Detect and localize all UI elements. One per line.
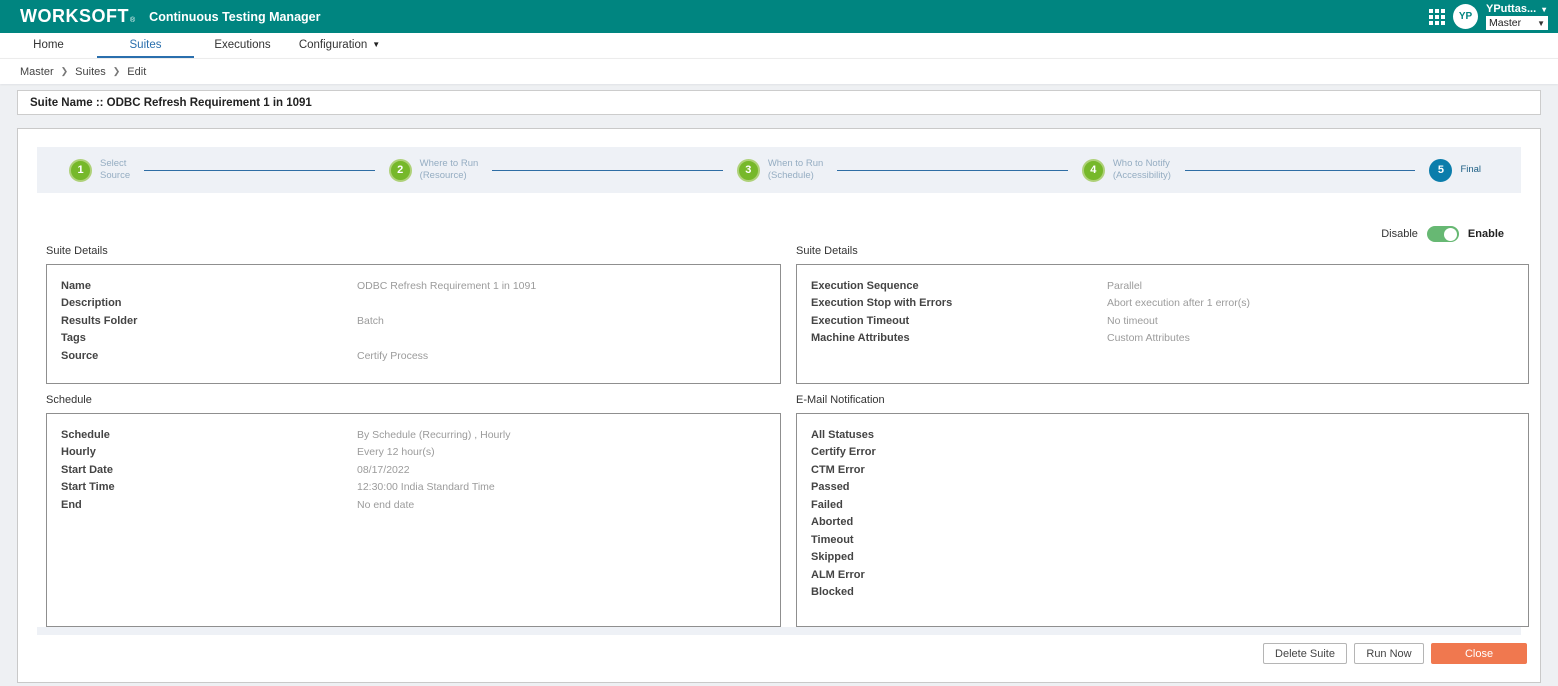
detail-row-schedule: Schedule By Schedule (Recurring) , Hourl…: [61, 428, 511, 441]
suite-details-right-box: Execution Sequence Parallel Execution St…: [796, 264, 1529, 384]
suite-details-left-section: Suite Details Name ODBC Refresh Requirem…: [46, 245, 781, 394]
detail-row-hourly: Hourly Every 12 hour(s): [61, 446, 435, 459]
suite-details-right-section: Suite Details Execution Sequence Paralle…: [796, 245, 1529, 394]
user-name: YPuttas...: [1486, 3, 1537, 15]
step-connector: [492, 169, 723, 171]
breadcrumb: Master ❯ Suites ❯ Edit: [0, 58, 1558, 84]
summary-panels: Suite Details Name ODBC Refresh Requirem…: [42, 245, 1529, 627]
breadcrumb-master[interactable]: Master: [20, 66, 54, 78]
step-connector: [837, 169, 1068, 171]
tenant-select-chevron-icon: ▼: [1537, 18, 1545, 28]
tab-home[interactable]: Home: [0, 33, 97, 58]
email-status-aborted: Aborted: [811, 516, 854, 529]
wizard-area: 1 Select Source 2 Where to Run (Resource…: [37, 147, 1529, 635]
registered-mark-icon: ®: [130, 17, 136, 24]
app-header: WORKSOFT ® Continuous Testing Manager YP…: [0, 0, 1558, 33]
detail-row-start-date: Start Date 08/17/2022: [61, 463, 410, 476]
email-status-certify-error: Certify Error: [811, 446, 876, 459]
email-notification-section: E-Mail Notification All Statuses Certify…: [796, 394, 1529, 627]
wizard-body: Disable Enable Suite Details Name ODBC R…: [37, 193, 1529, 627]
detail-row-execution-timeout: Execution Timeout No timeout: [811, 314, 1158, 327]
user-menu-caret-icon: ▾: [1542, 4, 1547, 14]
disable-label: Disable: [1381, 228, 1418, 240]
toggle-knob: [1444, 227, 1458, 241]
step-when-to-run[interactable]: 3 When to Run (Schedule): [736, 158, 823, 182]
main-nav: Home Suites Executions Configuration ▼: [0, 33, 1558, 58]
schedule-section: Schedule Schedule By Schedule (Recurring…: [46, 394, 781, 627]
detail-row-end: End No end date: [61, 498, 415, 511]
email-notification-title: E-Mail Notification: [796, 394, 885, 406]
step-3-circle: 3: [736, 158, 760, 182]
suite-details-left-title: Suite Details: [46, 245, 108, 257]
footer-actions: Delete Suite Run Now Close: [1263, 643, 1527, 664]
detail-row-results-folder: Results Folder Batch: [61, 314, 384, 327]
step-where-to-run[interactable]: 2 Where to Run (Resource): [388, 158, 478, 182]
email-status-blocked: Blocked: [811, 586, 854, 599]
email-status-timeout: Timeout: [811, 533, 854, 546]
enable-toggle[interactable]: [1426, 226, 1459, 242]
suite-details-left-box: Name ODBC Refresh Requirement 1 in 1091 …: [46, 264, 781, 384]
schedule-box: Schedule By Schedule (Recurring) , Hourl…: [46, 413, 781, 627]
delete-suite-button[interactable]: Delete Suite: [1263, 643, 1347, 664]
enable-toggle-row: Disable Enable: [42, 193, 1516, 245]
breadcrumb-separator-icon: ❯: [112, 66, 121, 76]
user-menu[interactable]: YPuttas... ▾: [1486, 3, 1548, 15]
step-connector: [144, 169, 375, 171]
tab-suites[interactable]: Suites: [97, 33, 194, 58]
detail-row-machine-attributes: Machine Attributes Custom Attributes: [811, 332, 1190, 345]
suite-details-right-title: Suite Details: [796, 245, 858, 257]
step-final[interactable]: 5 Final: [1429, 158, 1481, 182]
detail-row-execution-sequence: Execution Sequence Parallel: [811, 279, 1143, 292]
suite-name-text: Suite Name :: ODBC Refresh Requirement 1…: [30, 96, 312, 109]
logo-text: WORKSOFT: [20, 6, 129, 26]
email-status-skipped: Skipped: [811, 551, 854, 564]
detail-row-name: Name ODBC Refresh Requirement 1 in 1091: [61, 279, 537, 292]
breadcrumb-suites[interactable]: Suites: [75, 66, 106, 78]
detail-row-start-time: Start Time 12:30:00 India Standard Time: [61, 481, 495, 494]
step-5-circle: 5: [1429, 158, 1453, 182]
configuration-dropdown-caret-icon: ▼: [372, 40, 381, 49]
breadcrumb-separator-icon: ❯: [60, 66, 69, 76]
step-select-source[interactable]: 1 Select Source: [69, 158, 130, 182]
breadcrumb-edit[interactable]: Edit: [127, 66, 146, 78]
close-button[interactable]: Close: [1431, 643, 1527, 664]
suite-name-bar: Suite Name :: ODBC Refresh Requirement 1…: [17, 90, 1541, 115]
schedule-title: Schedule: [46, 394, 92, 406]
tab-executions[interactable]: Executions: [194, 33, 291, 58]
suite-edit-panel: 1 Select Source 2 Where to Run (Resource…: [17, 128, 1541, 683]
email-status-all-statuses: All Statuses: [811, 428, 874, 441]
email-status-alm-error: ALM Error: [811, 568, 865, 581]
tenant-selected-value: Master: [1489, 17, 1522, 29]
step-connector: [1184, 169, 1416, 171]
detail-row-tags: Tags: [61, 332, 86, 345]
detail-row-description: Description: [61, 297, 122, 310]
step-4-circle: 4: [1081, 158, 1105, 182]
email-status-ctm-error: CTM Error: [811, 463, 865, 476]
tenant-select[interactable]: Master ▼: [1486, 16, 1548, 30]
run-now-button[interactable]: Run Now: [1354, 643, 1424, 664]
app-title: Continuous Testing Manager: [149, 9, 321, 24]
step-who-to-notify[interactable]: 4 Who to Notify (Accessibility): [1081, 158, 1171, 182]
step-1-circle: 1: [69, 158, 92, 182]
enable-label: Enable: [1467, 228, 1504, 240]
tab-configuration[interactable]: Configuration ▼: [291, 33, 388, 58]
wizard-stepper: 1 Select Source 2 Where to Run (Resource…: [37, 147, 1521, 193]
detail-row-execution-stop: Execution Stop with Errors Abort executi…: [811, 297, 1250, 310]
user-avatar[interactable]: YP: [1453, 4, 1478, 29]
email-status-passed: Passed: [811, 481, 850, 494]
step-2-circle: 2: [388, 158, 412, 182]
email-notification-box: All Statuses Certify Error CTM Error Pas…: [796, 413, 1529, 627]
app-launcher-grid-icon[interactable]: [1429, 8, 1445, 25]
detail-row-source: Source Certify Process: [61, 349, 429, 362]
email-status-failed: Failed: [811, 498, 843, 511]
worksoft-logo: WORKSOFT ®: [20, 6, 135, 27]
